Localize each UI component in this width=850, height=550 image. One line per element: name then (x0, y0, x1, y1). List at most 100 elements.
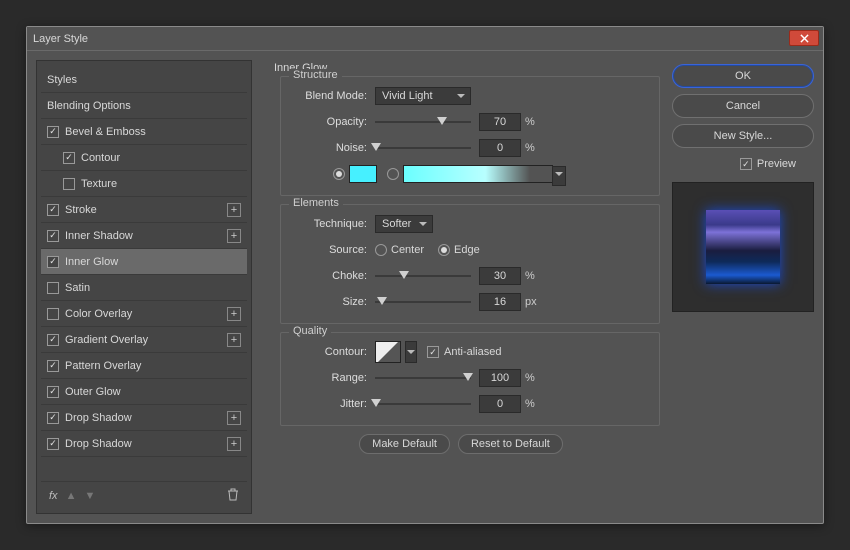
close-button[interactable] (789, 30, 819, 46)
source-edge-radio[interactable] (438, 244, 450, 256)
effect-label: Blending Options (47, 100, 131, 112)
effects-footer: fx ▲ ▼ (41, 481, 247, 509)
effect-row-gradient-overlay[interactable]: Gradient Overlay + (41, 327, 247, 353)
new-style-button[interactable]: New Style... (672, 124, 814, 148)
trash-icon[interactable] (227, 488, 239, 504)
source-center-radio[interactable] (375, 244, 387, 256)
add-effect-icon[interactable]: + (227, 307, 241, 321)
size-input[interactable]: 16 (479, 293, 521, 311)
effect-label: Contour (81, 152, 120, 164)
effect-label: Satin (65, 282, 90, 294)
contour-label: Contour: (291, 346, 367, 358)
add-effect-icon[interactable]: + (227, 411, 241, 425)
fx-icon[interactable]: fx (49, 490, 58, 502)
effect-row-blending-options[interactable]: Blending Options (41, 93, 247, 119)
jitter-label: Jitter: (291, 398, 367, 410)
effect-label: Inner Glow (65, 256, 118, 268)
effect-checkbox[interactable] (47, 360, 59, 372)
antialiased-checkbox[interactable] (427, 346, 439, 358)
blend-mode-select[interactable]: Vivid Light (375, 87, 471, 105)
noise-slider[interactable] (375, 141, 471, 155)
effect-row-styles[interactable]: Styles (41, 67, 247, 93)
move-up-icon[interactable]: ▲ (66, 490, 77, 502)
cancel-button[interactable]: Cancel (672, 94, 814, 118)
add-effect-icon[interactable]: + (227, 437, 241, 451)
choke-input[interactable]: 30 (479, 267, 521, 285)
choke-label: Choke: (291, 270, 367, 282)
effect-checkbox[interactable] (63, 152, 75, 164)
size-slider[interactable] (375, 295, 471, 309)
effect-row-bevel-emboss[interactable]: Bevel & Emboss (41, 119, 247, 145)
technique-label: Technique: (291, 218, 367, 230)
structure-group: Structure Blend Mode: Vivid Light Opacit… (280, 76, 660, 196)
effect-checkbox[interactable] (63, 178, 75, 190)
effect-label: Bevel & Emboss (65, 126, 146, 138)
effect-label: Color Overlay (65, 308, 132, 320)
effect-checkbox[interactable] (47, 386, 59, 398)
effect-row-color-overlay[interactable]: Color Overlay + (41, 301, 247, 327)
preview-checkbox[interactable] (740, 158, 752, 170)
quality-group: Quality Contour: Anti-aliased Range: 100… (280, 332, 660, 426)
effect-label: Drop Shadow (65, 438, 132, 450)
noise-unit: % (525, 142, 535, 154)
jitter-slider[interactable] (375, 397, 471, 411)
preview-image (706, 210, 780, 284)
dialog-actions: OK Cancel New Style... Preview (672, 60, 814, 514)
glow-gradient-picker[interactable] (403, 165, 553, 183)
add-effect-icon[interactable]: + (227, 203, 241, 217)
effect-checkbox[interactable] (47, 334, 59, 346)
range-input[interactable]: 100 (479, 369, 521, 387)
effect-row-texture[interactable]: Texture (41, 171, 247, 197)
effect-checkbox[interactable] (47, 126, 59, 138)
reset-default-button[interactable]: Reset to Default (458, 434, 563, 454)
effect-checkbox[interactable] (47, 256, 59, 268)
add-effect-icon[interactable]: + (227, 229, 241, 243)
add-effect-icon[interactable]: + (227, 333, 241, 347)
titlebar[interactable]: Layer Style (27, 27, 823, 51)
effect-row-inner-shadow[interactable]: Inner Shadow + (41, 223, 247, 249)
make-default-button[interactable]: Make Default (359, 434, 450, 454)
effects-list: Styles Blending Options Bevel & Emboss Cont… (36, 60, 252, 514)
effect-row-drop-shadow[interactable]: Drop Shadow+ (41, 405, 247, 431)
effect-checkbox[interactable] (47, 204, 59, 216)
glow-color-radio[interactable] (333, 168, 345, 180)
source-center-label: Center (391, 244, 424, 256)
glow-gradient-radio[interactable] (387, 168, 399, 180)
effect-row-inner-glow[interactable]: Inner Glow (41, 249, 247, 275)
effect-checkbox[interactable] (47, 412, 59, 424)
opacity-input[interactable]: 70 (479, 113, 521, 131)
technique-select[interactable]: Softer (375, 215, 433, 233)
opacity-slider[interactable] (375, 115, 471, 129)
ok-button[interactable]: OK (672, 64, 814, 88)
contour-picker[interactable] (375, 341, 401, 363)
jitter-unit: % (525, 398, 535, 410)
choke-slider[interactable] (375, 269, 471, 283)
effect-row-pattern-overlay[interactable]: Pattern Overlay (41, 353, 247, 379)
effect-row-satin[interactable]: Satin (41, 275, 247, 301)
effect-row-outer-glow[interactable]: Outer Glow (41, 379, 247, 405)
effect-label: Inner Shadow (65, 230, 133, 242)
opacity-unit: % (525, 116, 535, 128)
effect-checkbox[interactable] (47, 438, 59, 450)
range-slider[interactable] (375, 371, 471, 385)
effect-row-stroke[interactable]: Stroke+ (41, 197, 247, 223)
effect-label: Texture (81, 178, 117, 190)
effect-checkbox[interactable] (47, 282, 59, 294)
preview-label: Preview (757, 158, 796, 170)
glow-color-swatch[interactable] (349, 165, 377, 183)
effect-row-drop-shadow[interactable]: Drop Shadow + (41, 431, 247, 457)
elements-group: Elements Technique: Softer Source: Cente… (280, 204, 660, 324)
settings-panel: Inner Glow Structure Blend Mode: Vivid L… (262, 60, 662, 514)
contour-dropdown[interactable] (405, 341, 417, 363)
effect-row-contour[interactable]: Contour (41, 145, 247, 171)
effect-label: Gradient Overlay (65, 334, 148, 346)
jitter-input[interactable]: 0 (479, 395, 521, 413)
noise-input[interactable]: 0 (479, 139, 521, 157)
elements-legend: Elements (289, 197, 343, 209)
preview-thumbnail (672, 182, 814, 312)
effect-checkbox[interactable] (47, 308, 59, 320)
effect-label: Styles (47, 74, 77, 86)
effect-checkbox[interactable] (47, 230, 59, 242)
move-down-icon[interactable]: ▼ (84, 490, 95, 502)
range-unit: % (525, 372, 535, 384)
